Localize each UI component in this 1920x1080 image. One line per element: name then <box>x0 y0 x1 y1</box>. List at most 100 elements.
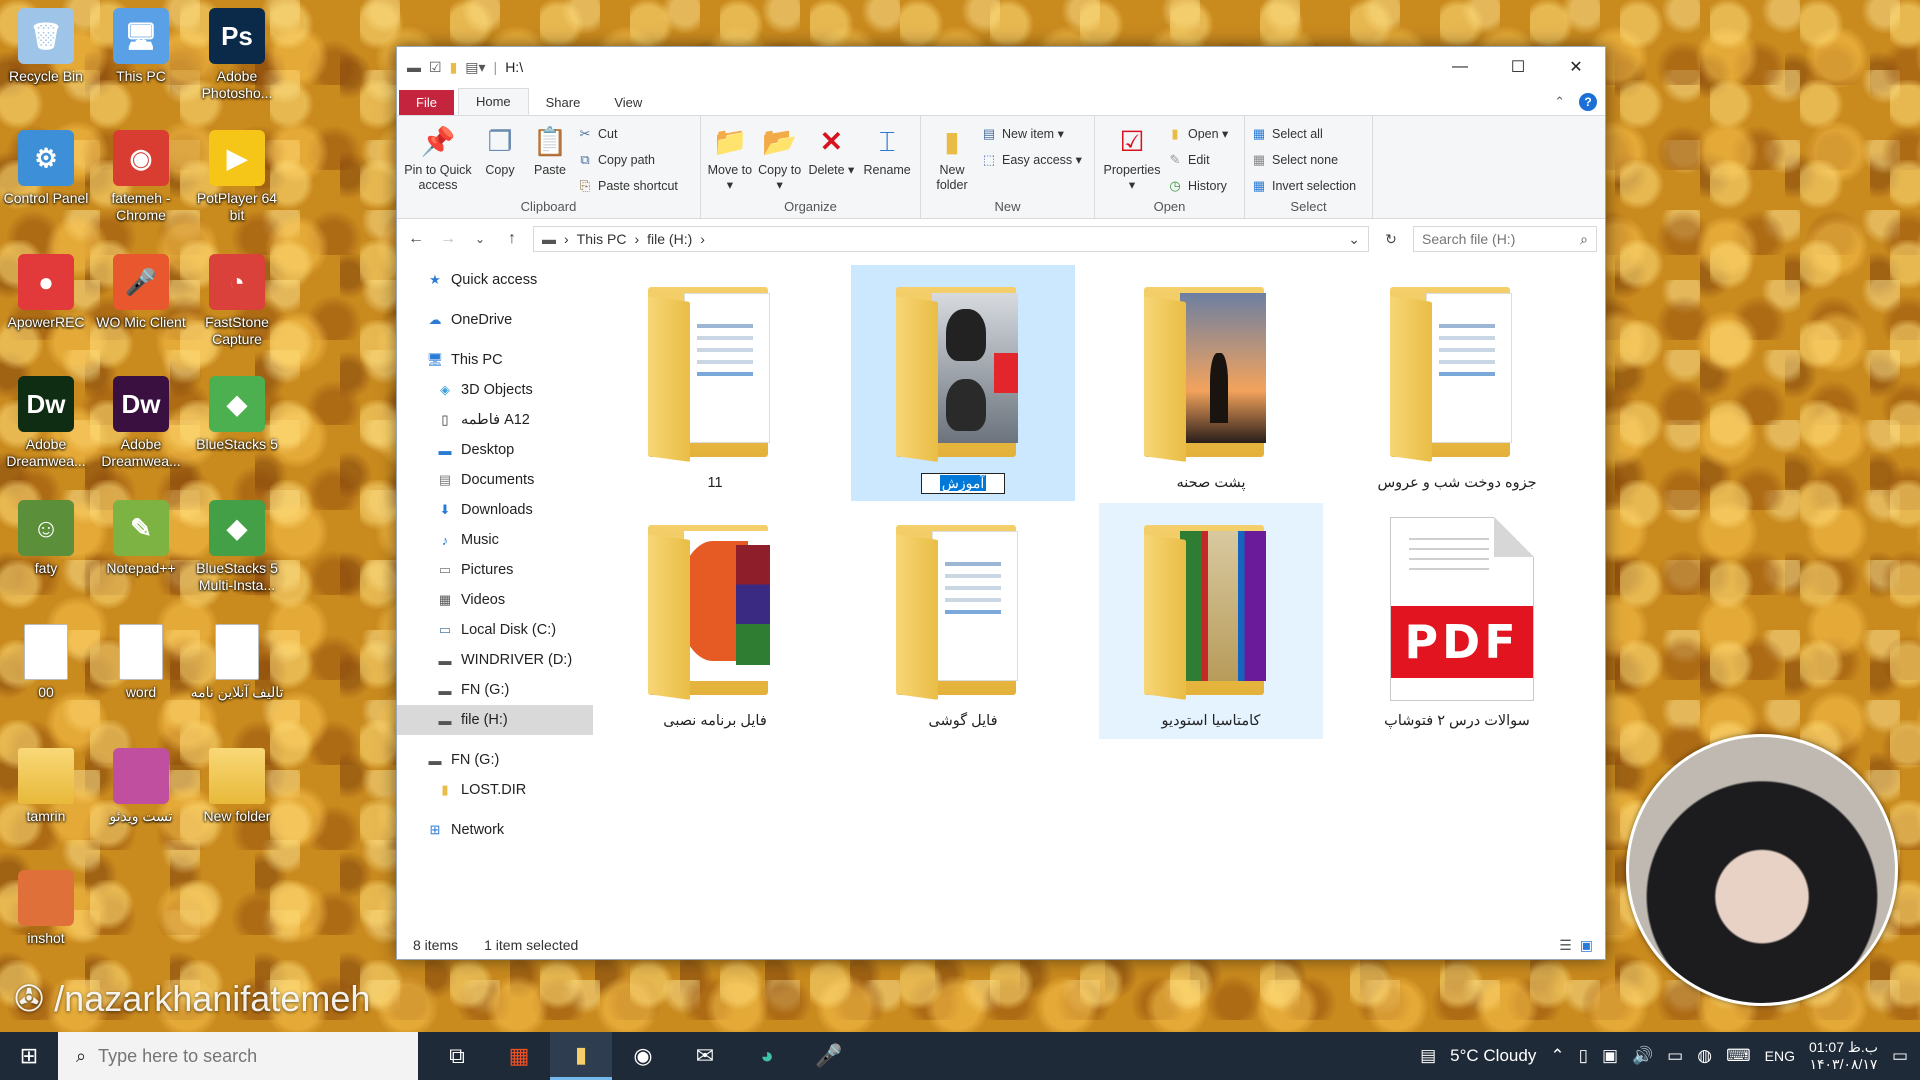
sidebar-item[interactable]: 🖥 This PC <box>397 345 593 375</box>
taskbar-search-input[interactable] <box>98 1045 379 1067</box>
select-all-button[interactable]: ▦ Select all <box>1251 124 1356 143</box>
easy-access-button[interactable]: ⬚ Easy access ▾ <box>981 150 1082 169</box>
recent-locations-chevron-icon[interactable]: ⌄ <box>469 232 491 246</box>
search-box[interactable]: ⌕ <box>1413 226 1597 252</box>
task-view-button[interactable]: ⧉ <box>426 1032 488 1080</box>
sidebar-item[interactable]: ▬ FN (G:) <box>397 745 593 775</box>
sidebar-item[interactable]: ⬇ Downloads <box>397 495 593 525</box>
sidebar-item[interactable]: ♪ Music <box>397 525 593 555</box>
desktop-icon-item[interactable]: Ps Adobe Photosho... <box>190 8 284 102</box>
sidebar-item[interactable]: ▬ WINDRIVER (D:) <box>397 645 593 675</box>
history-button[interactable]: ◷ History <box>1167 176 1228 195</box>
new-folder-icon[interactable]: ▮ <box>450 59 458 76</box>
folder-item[interactable]: فایل برنامه نصبی <box>603 503 827 739</box>
tab-home[interactable]: Home <box>457 88 529 115</box>
forward-arrow-icon[interactable]: → <box>437 230 459 248</box>
taskbar-search[interactable]: ⌕ <box>58 1032 418 1080</box>
sidebar-item[interactable]: ◈ 3D Objects <box>397 375 593 405</box>
breadcrumb-this-pc[interactable]: This PC <box>577 231 627 247</box>
customize-qat-icon[interactable]: ▤▾ <box>465 59 485 76</box>
start-button[interactable]: ⊞ <box>0 1032 58 1080</box>
sidebar-item[interactable]: ▯ فاطمه A12 <box>397 405 593 435</box>
language-indicator[interactable]: ENG <box>1765 1048 1795 1064</box>
rename-input[interactable]: آموزش <box>920 473 1006 494</box>
desktop-icon-item[interactable]: Dw Adobe Dreamwea... <box>0 376 93 470</box>
sidebar-item[interactable]: ▬ Desktop <box>397 435 593 465</box>
sidebar-item[interactable]: ▦ Videos <box>397 585 593 615</box>
address-bar[interactable]: ▬ › This PC › file (H:) › ⌄ <box>533 226 1369 252</box>
tab-view[interactable]: View <box>597 90 659 115</box>
desktop-icon-item[interactable]: تالیف آنلاین نامه <box>190 624 284 701</box>
invert-selection-button[interactable]: ▦ Invert selection <box>1251 176 1356 195</box>
folder-item[interactable]: جزوه دوخت شب و عروس <box>1345 265 1569 501</box>
notifications-icon[interactable]: ▭ <box>1892 1046 1908 1066</box>
sidebar-item[interactable]: ⊞ Network <box>397 815 593 845</box>
desktop-icon-item[interactable]: ☺ faty <box>0 500 93 577</box>
globe-icon[interactable]: ◍ <box>1697 1046 1712 1066</box>
address-dropdown-chevron-icon[interactable]: ⌄ <box>1348 231 1360 248</box>
sidebar-item[interactable]: ★ Quick access <box>397 265 593 295</box>
cut-button[interactable]: ✂ Cut <box>577 124 678 143</box>
desktop-icon-item[interactable]: ◆ BlueStacks 5 Multi-Insta... <box>190 500 284 594</box>
sidebar-item[interactable]: ▭ Pictures <box>397 555 593 585</box>
search-input[interactable] <box>1422 231 1581 247</box>
desktop-icon-item[interactable]: 00 <box>0 624 93 701</box>
store-button[interactable]: ▦ <box>488 1032 550 1080</box>
folder-item[interactable]: کامتاسیا استودیو <box>1099 503 1323 739</box>
copy-path-button[interactable]: ⧉ Copy path <box>577 150 678 169</box>
desktop-icon-item[interactable]: 🗑 Recycle Bin <box>0 8 93 85</box>
desktop-icon-item[interactable]: ◔ FastStone Capture <box>190 254 284 348</box>
open-button[interactable]: ▮ Open ▾ <box>1167 124 1228 143</box>
collapse-ribbon-icon[interactable]: ⌃ <box>1554 94 1565 110</box>
edge-button[interactable]: ◕ <box>736 1032 798 1080</box>
up-arrow-icon[interactable]: ↑ <box>501 230 523 248</box>
file-explorer-taskbar-button[interactable]: ▮ <box>550 1032 612 1080</box>
desktop-icon-item[interactable]: 🎤 WO Mic Client <box>94 254 188 331</box>
desktop-icon-item[interactable]: New folder <box>190 748 284 825</box>
mail-button[interactable]: ✉ <box>674 1032 736 1080</box>
large-icons-view-icon[interactable]: ▣ <box>1580 937 1593 954</box>
sidebar-item[interactable]: ▭ Local Disk (C:) <box>397 615 593 645</box>
paste-shortcut-button[interactable]: ⎘ Paste shortcut <box>577 176 678 195</box>
media-app-button[interactable]: ◉ <box>612 1032 674 1080</box>
refresh-icon[interactable]: ↻ <box>1379 231 1403 248</box>
properties-check-icon[interactable]: ☑ <box>429 59 442 76</box>
weather-text[interactable]: 5°C Cloudy <box>1450 1046 1536 1066</box>
folder-item[interactable]: 11 <box>603 265 827 501</box>
sidebar-item[interactable]: ▮ LOST.DIR <box>397 775 593 805</box>
close-button[interactable]: ✕ <box>1547 47 1605 87</box>
tray-overflow-icon[interactable]: ⌃ <box>1550 1046 1564 1066</box>
usb-icon[interactable]: ▯ <box>1579 1046 1588 1066</box>
minimize-button[interactable]: — <box>1431 47 1489 87</box>
folder-item[interactable]: فایل گوشی <box>851 503 1075 739</box>
volume-icon[interactable]: 🔊 <box>1632 1046 1653 1066</box>
back-arrow-icon[interactable]: ← <box>405 230 427 248</box>
pdf-file-item[interactable]: PDF سوالات درس ۲ فتوشاپ <box>1345 503 1569 739</box>
news-icon[interactable]: ▤ <box>1420 1046 1436 1066</box>
desktop-icon-item[interactable]: 🖥 This PC <box>94 8 188 85</box>
breadcrumb-file-h[interactable]: file (H:) <box>647 231 692 247</box>
desktop-icon-item[interactable]: word <box>94 624 188 701</box>
tab-file[interactable]: File <box>399 90 454 115</box>
desktop-icon-item[interactable]: ✎ Notepad++ <box>94 500 188 577</box>
desktop-icon-item[interactable]: ▶ PotPlayer 64 bit <box>190 130 284 224</box>
sidebar-item[interactable]: ▬ FN (G:) <box>397 675 593 705</box>
desktop-icon-item[interactable]: Dw Adobe Dreamwea... <box>94 376 188 470</box>
desktop-icon-item[interactable]: تست ویدئو <box>94 748 188 825</box>
desktop-icon-item[interactable]: ⚙ Control Panel <box>0 130 93 207</box>
edit-button[interactable]: ✎ Edit <box>1167 150 1228 169</box>
help-icon[interactable]: ? <box>1579 93 1597 111</box>
select-none-button[interactable]: ▦ Select none <box>1251 150 1356 169</box>
desktop-icon-item[interactable]: ◉ fatemeh - Chrome <box>94 130 188 224</box>
sidebar-item[interactable]: ▬ file (H:) <box>397 705 593 735</box>
desktop-icon-item[interactable]: tamrin <box>0 748 93 825</box>
details-view-icon[interactable]: ☰ <box>1559 937 1572 954</box>
folder-item[interactable]: پشت صحنه <box>1099 265 1323 501</box>
folder-item[interactable]: آموزش <box>851 265 1075 501</box>
battery-icon[interactable]: ▭ <box>1667 1046 1683 1066</box>
new-item-button[interactable]: ▤ New item ▾ <box>981 124 1082 143</box>
user-icon[interactable]: ▣ <box>1602 1046 1618 1066</box>
microphone-app-button[interactable]: 🎤 <box>798 1032 860 1080</box>
desktop-icon-item[interactable]: ● ApowerREC <box>0 254 93 331</box>
maximize-button[interactable]: ☐ <box>1489 47 1547 87</box>
